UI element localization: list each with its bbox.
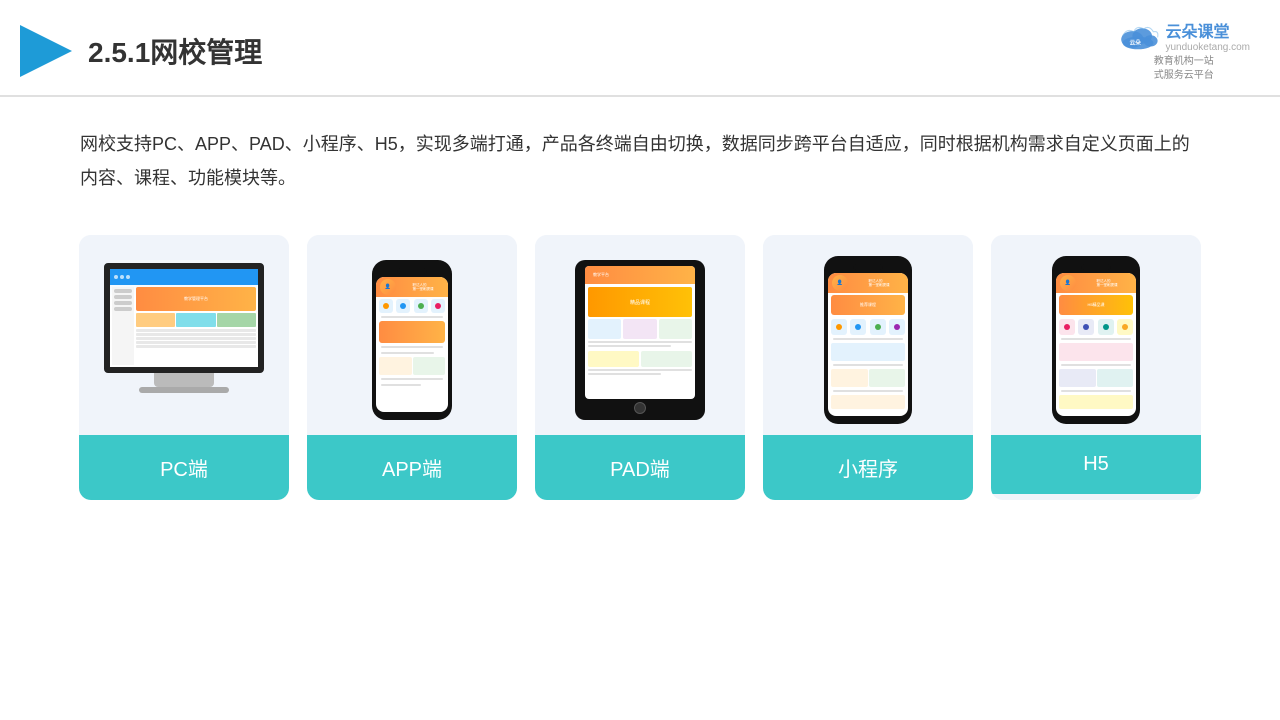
- app-label: APP端: [307, 435, 517, 500]
- app-image-area: 👤 职达人的第一堂刷提课: [307, 235, 517, 435]
- logo-domain: yunduoketang.com: [1165, 42, 1250, 53]
- card-miniprogram: 👤 职达人的第一堂刷提课 推荐课程: [763, 235, 973, 500]
- header-left: 2.5.1网校管理: [20, 25, 262, 77]
- card-pc: 教学管理平台: [79, 235, 289, 500]
- logo-area: 云朵 云朵课堂 yunduoketang.com 教育机构一站 式服务云平台: [1117, 18, 1250, 83]
- logo-text-group: 云朵课堂 yunduoketang.com: [1165, 18, 1250, 53]
- cards-container: 教学管理平台: [0, 205, 1280, 530]
- app-phone-mockup: 👤 职达人的第一堂刷提课: [372, 260, 452, 420]
- pad-label: PAD端: [535, 435, 745, 500]
- card-app: 👤 职达人的第一堂刷提课: [307, 235, 517, 500]
- pad-image-area: 教学平台 精品课程: [535, 235, 745, 435]
- miniprogram-image-area: 👤 职达人的第一堂刷提课 推荐课程: [763, 235, 973, 435]
- h5-phone-mockup: 👤 职达人的第一堂刷提课 H5精品课: [1052, 256, 1140, 424]
- pc-image-area: 教学管理平台: [79, 235, 289, 435]
- play-icon: [20, 25, 72, 77]
- miniprogram-label: 小程序: [763, 435, 973, 500]
- logo-name: 云朵课堂: [1165, 18, 1250, 42]
- logo-cloud: 云朵 云朵课堂 yunduoketang.com: [1117, 18, 1250, 53]
- pc-monitor: 教学管理平台: [99, 263, 269, 418]
- h5-image-area: 👤 职达人的第一堂刷提课 H5精品课: [991, 235, 1201, 435]
- page-title: 2.5.1网校管理: [88, 31, 262, 71]
- card-h5: 👤 职达人的第一堂刷提课 H5精品课: [991, 235, 1201, 500]
- description-text: 网校支持PC、APP、PAD、小程序、H5，实现多端打通，产品各终端自由切换，数…: [0, 97, 1280, 205]
- monitor-screen: 教学管理平台: [104, 263, 264, 373]
- h5-label: H5: [991, 435, 1201, 494]
- header: 2.5.1网校管理 云朵 云朵课堂 yunduoketang.com 教育机构一…: [0, 0, 1280, 97]
- cloud-logo-icon: 云朵: [1117, 20, 1159, 52]
- pad-tablet-mockup: 教学平台 精品课程: [575, 260, 705, 420]
- logo-subtitle: 教育机构一站 式服务云平台: [1154, 55, 1214, 83]
- description-content: 网校支持PC、APP、PAD、小程序、H5，实现多端打通，产品各终端自由切换，数…: [80, 134, 1190, 188]
- miniprogram-phone-mockup: 👤 职达人的第一堂刷提课 推荐课程: [824, 256, 912, 424]
- card-pad: 教学平台 精品课程: [535, 235, 745, 500]
- pc-label: PC端: [79, 435, 289, 500]
